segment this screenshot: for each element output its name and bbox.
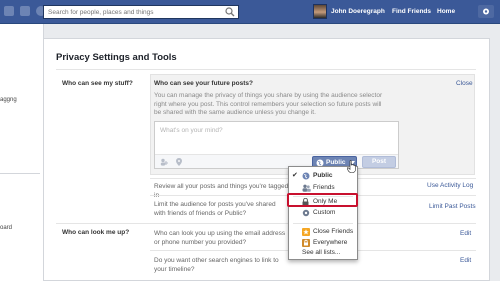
dropdown-label-public: Public [313, 172, 333, 179]
dropdown-item-custom[interactable]: Custom [289, 208, 357, 219]
lock-list-icon [302, 239, 310, 247]
search-box[interactable] [43, 5, 239, 19]
dropdown-label-everywhere: Everywhere [313, 239, 348, 246]
check-icon: ✔ [292, 172, 298, 179]
post-button[interactable]: Post [362, 156, 396, 168]
audience-selector-label: Public [326, 159, 346, 166]
dropdown-divider [293, 223, 353, 224]
dropdown-label-see-all-lists: See all lists... [302, 249, 341, 256]
settings-button[interactable] [478, 5, 494, 18]
friends-icon [302, 184, 311, 192]
page-title: Privacy Settings and Tools [56, 52, 177, 63]
audience-dropdown: ✔ Public Friends Only Me Custom Close Fr… [288, 166, 358, 260]
top-bar: John Doeregraph Find Friends Home [0, 0, 500, 24]
location-icon[interactable] [176, 158, 182, 166]
dropdown-item-see-all-lists[interactable]: See all lists... [289, 248, 357, 259]
profile-link[interactable]: John Doeregraph [331, 8, 385, 15]
home-link[interactable]: Home [437, 8, 455, 15]
future-posts-description: You can manage the privacy of things you… [154, 92, 383, 116]
close-link[interactable]: Close [456, 80, 473, 87]
globe-icon [302, 172, 310, 180]
section-label-lookup: Who can look me up? [62, 229, 130, 236]
avatar[interactable] [313, 4, 327, 19]
row-text-activity: Review all your posts and things you're … [154, 183, 289, 199]
dropdown-label-custom: Custom [313, 209, 336, 216]
row-text-lookup: Who can look you up using the email addr… [154, 230, 286, 246]
gear-icon [302, 209, 310, 217]
hand-cursor-icon [347, 160, 356, 173]
search-icon[interactable] [224, 7, 236, 17]
left-sidebar: aggng oard [0, 24, 44, 281]
sidebar-item-blocking[interactable]: oard [0, 225, 12, 231]
title-divider [56, 69, 476, 70]
messages-icon[interactable] [20, 6, 30, 16]
dropdown-item-close-friends[interactable]: Close Friends [289, 227, 357, 238]
sidebar-item-tagging[interactable]: aggng [0, 97, 17, 103]
future-posts-heading: Who can see your future posts? [154, 80, 253, 87]
edit-lookup-link[interactable]: Edit [460, 230, 471, 237]
star-icon [302, 228, 310, 236]
dropdown-label-friends: Friends [313, 184, 335, 191]
search-input[interactable] [44, 6, 222, 18]
use-activity-log-link[interactable]: Use Activity Log [427, 182, 473, 189]
sidebar-divider [0, 173, 40, 174]
row-text-search-engines: Do you want other search engines to link… [154, 257, 279, 273]
friend-requests-icon[interactable] [4, 6, 14, 16]
notification-icons [4, 6, 46, 16]
find-friends-link[interactable]: Find Friends [392, 8, 431, 15]
composer-placeholder: What's on your mind? [160, 127, 223, 134]
edit-search-engines-link[interactable]: Edit [460, 257, 471, 264]
limit-past-posts-link[interactable]: Limit Past Posts [429, 203, 476, 210]
row-text-limit-past: Limit the audience for posts you've shar… [154, 201, 276, 217]
section-divider [56, 223, 476, 224]
gear-icon [483, 8, 489, 15]
section-label-stuff: Who can see my stuff? [62, 80, 133, 87]
highlight-box [287, 193, 358, 207]
tag-friends-icon[interactable] [160, 158, 168, 166]
dropdown-label-close-friends: Close Friends [313, 228, 354, 235]
